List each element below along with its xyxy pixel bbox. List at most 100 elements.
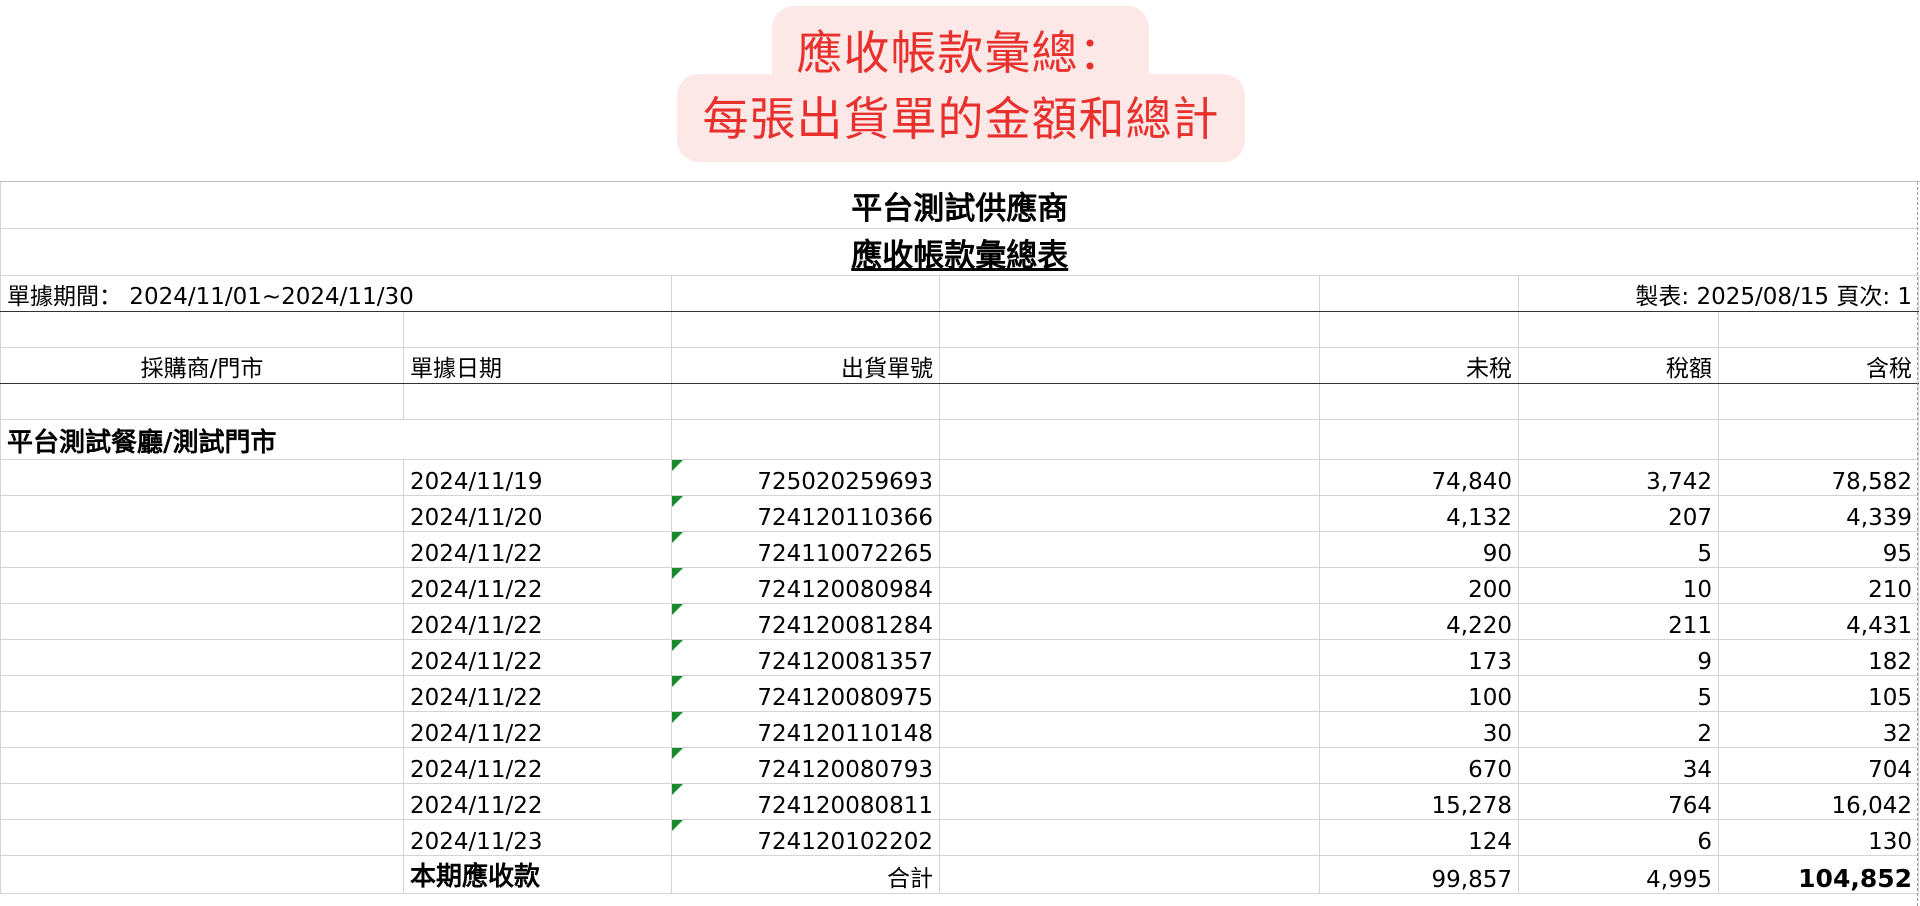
cell[interactable] bbox=[939, 459, 1320, 496]
cell[interactable] bbox=[0, 819, 404, 856]
cell[interactable] bbox=[939, 347, 1320, 384]
cell[interactable] bbox=[0, 459, 404, 496]
cell[interactable] bbox=[0, 531, 404, 568]
cell[interactable] bbox=[939, 783, 1320, 820]
total-cell[interactable]: 78,582 bbox=[1718, 459, 1920, 496]
cell[interactable] bbox=[0, 495, 404, 532]
pretax-cell[interactable]: 15,278 bbox=[1319, 783, 1519, 820]
date-cell[interactable]: 2024/11/22 bbox=[403, 675, 672, 712]
pretax-cell[interactable]: 670 bbox=[1319, 747, 1519, 784]
tax-cell[interactable]: 2 bbox=[1518, 711, 1719, 748]
order-cell[interactable]: 724110072265 bbox=[671, 531, 940, 568]
cell[interactable] bbox=[403, 311, 672, 348]
order-cell[interactable]: 724120080811 bbox=[671, 783, 940, 820]
sum-pretax[interactable]: 99,857 bbox=[1319, 855, 1519, 894]
cell[interactable] bbox=[939, 419, 1320, 460]
cell[interactable] bbox=[671, 383, 940, 420]
tax-cell[interactable]: 764 bbox=[1518, 783, 1719, 820]
cell[interactable] bbox=[671, 419, 940, 460]
cell[interactable] bbox=[939, 383, 1320, 420]
header-total[interactable]: 含稅 bbox=[1718, 347, 1920, 384]
cell[interactable] bbox=[939, 275, 1320, 312]
cell[interactable] bbox=[939, 855, 1320, 894]
cell[interactable] bbox=[0, 747, 404, 784]
date-cell[interactable]: 2024/11/22 bbox=[403, 567, 672, 604]
pretax-cell[interactable]: 30 bbox=[1319, 711, 1519, 748]
order-cell[interactable]: 724120110148 bbox=[671, 711, 940, 748]
tax-cell[interactable]: 34 bbox=[1518, 747, 1719, 784]
date-cell[interactable]: 2024/11/22 bbox=[403, 639, 672, 676]
order-cell[interactable]: 724120081284 bbox=[671, 603, 940, 640]
pretax-cell[interactable]: 4,132 bbox=[1319, 495, 1519, 532]
cell[interactable] bbox=[1319, 383, 1519, 420]
cell[interactable] bbox=[1718, 311, 1920, 348]
cell[interactable] bbox=[671, 275, 940, 312]
period-receivable-label[interactable]: 本期應收款 bbox=[403, 855, 672, 894]
pretax-cell[interactable]: 90 bbox=[1319, 531, 1519, 568]
cell[interactable] bbox=[0, 603, 404, 640]
cell[interactable] bbox=[939, 747, 1320, 784]
cell[interactable] bbox=[0, 567, 404, 604]
pretax-cell[interactable]: 173 bbox=[1319, 639, 1519, 676]
tax-cell[interactable]: 211 bbox=[1518, 603, 1719, 640]
cell[interactable] bbox=[1319, 311, 1519, 348]
cell[interactable] bbox=[403, 383, 672, 420]
date-cell[interactable]: 2024/11/22 bbox=[403, 747, 672, 784]
cell[interactable] bbox=[0, 855, 404, 894]
pretax-cell[interactable]: 74,840 bbox=[1319, 459, 1519, 496]
date-cell[interactable]: 2024/11/22 bbox=[403, 711, 672, 748]
header-date[interactable]: 單據日期 bbox=[403, 347, 672, 384]
cell[interactable] bbox=[0, 639, 404, 676]
total-cell[interactable]: 4,431 bbox=[1718, 603, 1920, 640]
order-cell[interactable]: 724120080984 bbox=[671, 567, 940, 604]
header-pretax[interactable]: 未稅 bbox=[1319, 347, 1519, 384]
cell[interactable] bbox=[939, 819, 1320, 856]
cell[interactable] bbox=[1319, 275, 1519, 312]
total-cell[interactable]: 95 bbox=[1718, 531, 1920, 568]
total-cell[interactable]: 4,339 bbox=[1718, 495, 1920, 532]
cell[interactable] bbox=[1518, 383, 1719, 420]
date-cell[interactable]: 2024/11/19 bbox=[403, 459, 672, 496]
cell[interactable] bbox=[1718, 419, 1920, 460]
date-cell[interactable]: 2024/11/20 bbox=[403, 495, 672, 532]
total-cell[interactable]: 210 bbox=[1718, 567, 1920, 604]
cell[interactable] bbox=[939, 675, 1320, 712]
order-cell[interactable]: 724120080793 bbox=[671, 747, 940, 784]
group-name[interactable]: 平台測試餐廳/測試門市 bbox=[0, 419, 672, 460]
cell[interactable] bbox=[1518, 419, 1719, 460]
sum-total[interactable]: 104,852 bbox=[1718, 855, 1920, 894]
order-cell[interactable]: 724120080975 bbox=[671, 675, 940, 712]
cell[interactable] bbox=[939, 639, 1320, 676]
sum-label[interactable]: 合計 bbox=[671, 855, 940, 894]
tax-cell[interactable]: 3,742 bbox=[1518, 459, 1719, 496]
cell[interactable] bbox=[0, 383, 404, 420]
cell[interactable] bbox=[939, 495, 1320, 532]
cell[interactable] bbox=[671, 311, 940, 348]
total-cell[interactable]: 182 bbox=[1718, 639, 1920, 676]
pretax-cell[interactable]: 100 bbox=[1319, 675, 1519, 712]
report-title-cell[interactable]: 應收帳款彙總表 bbox=[0, 228, 1919, 276]
cell[interactable] bbox=[939, 567, 1320, 604]
cell[interactable] bbox=[939, 603, 1320, 640]
pretax-cell[interactable]: 4,220 bbox=[1319, 603, 1519, 640]
header-tax[interactable]: 稅額 bbox=[1518, 347, 1719, 384]
pretax-cell[interactable]: 200 bbox=[1319, 567, 1519, 604]
pretax-cell[interactable]: 124 bbox=[1319, 819, 1519, 856]
order-cell[interactable]: 725020259693 bbox=[671, 459, 940, 496]
date-cell[interactable]: 2024/11/22 bbox=[403, 603, 672, 640]
period-cell[interactable]: 單據期間： 2024/11/01~2024/11/30 bbox=[0, 275, 672, 312]
total-cell[interactable]: 105 bbox=[1718, 675, 1920, 712]
date-cell[interactable]: 2024/11/22 bbox=[403, 783, 672, 820]
order-cell[interactable]: 724120110366 bbox=[671, 495, 940, 532]
tax-cell[interactable]: 10 bbox=[1518, 567, 1719, 604]
cell[interactable] bbox=[0, 675, 404, 712]
order-cell[interactable]: 724120081357 bbox=[671, 639, 940, 676]
tax-cell[interactable]: 9 bbox=[1518, 639, 1719, 676]
total-cell[interactable]: 32 bbox=[1718, 711, 1920, 748]
total-cell[interactable]: 16,042 bbox=[1718, 783, 1920, 820]
order-cell[interactable]: 724120102202 bbox=[671, 819, 940, 856]
tax-cell[interactable]: 5 bbox=[1518, 675, 1719, 712]
tax-cell[interactable]: 5 bbox=[1518, 531, 1719, 568]
header-order[interactable]: 出貨單號 bbox=[671, 347, 940, 384]
cell[interactable] bbox=[1319, 419, 1519, 460]
